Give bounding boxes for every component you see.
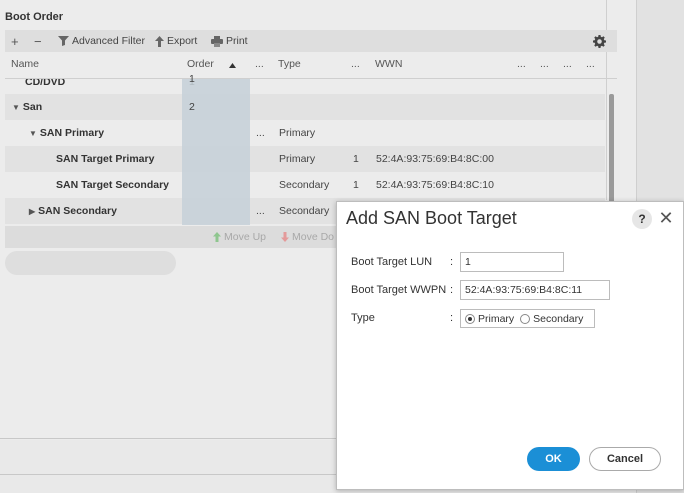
table-row[interactable]: CD/DVD 1 xyxy=(5,79,605,93)
arrow-down-icon xyxy=(281,232,289,242)
filter-icon xyxy=(58,36,69,46)
row-name: ▼ SAN Primary xyxy=(29,127,105,139)
table-row[interactable]: ▼ SAN Primary ... Primary xyxy=(5,120,605,146)
row-lun: 1 xyxy=(353,179,359,191)
cancel-button[interactable]: Cancel xyxy=(589,447,661,471)
arrow-up-icon xyxy=(213,232,221,242)
boot-target-lun-input[interactable] xyxy=(460,252,564,272)
add-button[interactable]: + xyxy=(11,30,19,52)
type-label: Type xyxy=(351,312,375,324)
column-header-name[interactable]: Name xyxy=(11,58,39,70)
column-menu-wwn[interactable]: ... xyxy=(517,58,526,70)
column-header-type[interactable]: Type xyxy=(278,58,301,70)
move-up-label: Move Up xyxy=(224,231,267,243)
row-name: ▶ SAN Secondary xyxy=(29,205,117,217)
ok-button[interactable]: OK xyxy=(527,447,580,471)
move-down-label: Move Do xyxy=(292,231,335,243)
advanced-filter-label: Advanced Filter xyxy=(72,35,145,47)
plus-icon: + xyxy=(11,33,19,49)
table-row[interactable]: ▼San 2 xyxy=(5,94,605,120)
order-value: 2 xyxy=(189,101,195,113)
type-option-secondary-label: Secondary xyxy=(533,312,584,325)
row-name: CD/DVD xyxy=(25,79,66,88)
field-colon: : xyxy=(450,312,454,324)
row-name: SAN Target Secondary xyxy=(56,179,170,191)
row-type: Primary xyxy=(279,127,316,139)
row-ellipsis: ... xyxy=(256,127,265,139)
arrow-up-icon xyxy=(155,35,164,47)
dialog-title: Add SAN Boot Target xyxy=(346,208,517,228)
move-down-button[interactable]: Move Do xyxy=(281,226,334,248)
type-radio-primary[interactable]: Primary xyxy=(465,313,514,325)
gear-icon xyxy=(593,34,606,48)
row-ellipsis: ... xyxy=(256,205,265,217)
section-title: Boot Order xyxy=(5,11,64,23)
type-radio-group: Primary Secondary xyxy=(460,309,595,328)
row-name: ▼ San xyxy=(12,101,43,113)
table-settings-button[interactable] xyxy=(593,30,606,52)
row-wwn: 52:4A:93:75:69:B4:8C:00 xyxy=(376,153,494,165)
print-label: Print xyxy=(226,35,248,47)
row-type: Secondary xyxy=(279,179,330,191)
boot-target-wwpn-input[interactable] xyxy=(460,280,610,300)
advanced-filter-button[interactable]: Advanced Filter xyxy=(58,30,145,52)
row-wwn: 52:4A:93:75:69:B4:8C:10 xyxy=(376,179,494,191)
field-colon: : xyxy=(450,256,454,268)
column-menu-extra-3[interactable]: ... xyxy=(586,58,595,70)
table-toolbar: + − Advanced Filter Export Print xyxy=(5,30,617,52)
type-radio-secondary[interactable]: Secondary xyxy=(520,313,583,325)
order-value: 1 xyxy=(189,73,195,85)
close-icon[interactable]: ✕ xyxy=(657,207,675,229)
printer-icon xyxy=(211,35,223,47)
radio-unselected-icon[interactable] xyxy=(520,313,531,324)
table-row[interactable]: SAN Target Primary Primary 1 52:4A:93:75… xyxy=(5,146,605,172)
expanded-arrow-icon[interactable]: ▼ xyxy=(12,103,20,112)
export-button[interactable]: Export xyxy=(155,30,197,52)
column-header-wwn[interactable]: WWN xyxy=(375,58,402,70)
row-type: Primary xyxy=(279,153,316,165)
help-button[interactable]: ? xyxy=(632,209,652,229)
add-san-boot-target-dialog: Add SAN Boot Target ? ✕ Boot Target LUN … xyxy=(336,201,684,490)
table-header: Name Order ... Type ... WWN ... ... ... … xyxy=(5,53,617,79)
disabled-action-button[interactable] xyxy=(5,251,176,275)
move-controls: Move Up Move Do xyxy=(5,226,345,248)
collapsed-arrow-icon[interactable]: ▶ xyxy=(29,207,35,216)
expanded-arrow-icon[interactable]: ▼ xyxy=(29,129,37,138)
column-menu-extra-2[interactable]: ... xyxy=(563,58,572,70)
column-menu-type[interactable]: ... xyxy=(351,58,360,70)
field-colon: : xyxy=(450,284,454,296)
print-button[interactable]: Print xyxy=(211,30,248,52)
row-lun: 1 xyxy=(353,153,359,165)
row-type: Secondary xyxy=(279,205,330,217)
export-label: Export xyxy=(167,35,198,47)
remove-button[interactable]: − xyxy=(34,30,42,52)
radio-selected-icon[interactable] xyxy=(465,313,475,324)
column-header-order[interactable]: Order xyxy=(187,58,214,70)
sort-ascending-icon[interactable] xyxy=(229,63,236,68)
row-name: SAN Target Primary xyxy=(56,153,155,165)
minus-icon: − xyxy=(34,33,42,49)
move-up-button[interactable]: Move Up xyxy=(213,226,266,248)
boot-target-wwpn-label: Boot Target WWPN xyxy=(351,284,447,296)
table-row[interactable]: SAN Target Secondary Secondary 1 52:4A:9… xyxy=(5,172,605,198)
type-option-primary-label: Primary xyxy=(478,312,515,325)
column-menu-order[interactable]: ... xyxy=(255,58,264,70)
column-menu-extra-1[interactable]: ... xyxy=(540,58,549,70)
boot-target-lun-label: Boot Target LUN xyxy=(351,256,433,268)
